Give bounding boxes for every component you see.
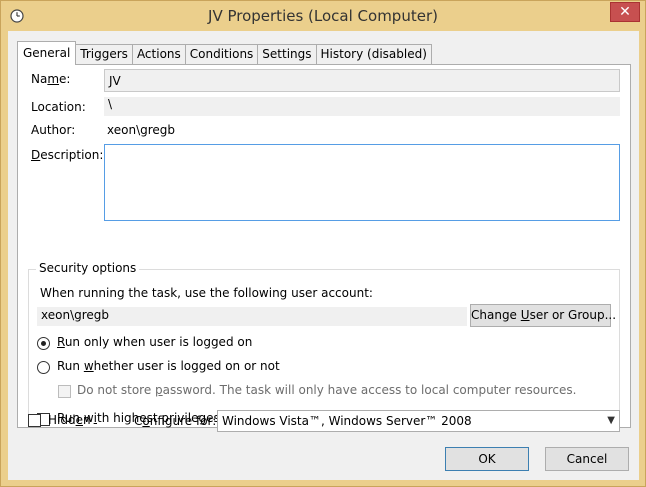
account-prompt: When running the task, use the following… — [40, 286, 373, 300]
description-label: Description: — [31, 148, 104, 162]
window-title: JV Properties (Local Computer) — [208, 7, 438, 25]
no-store-password-label: Do not store password. The task will onl… — [77, 383, 577, 397]
change-user-button[interactable]: Change User or Group... — [470, 304, 616, 327]
configure-for-value: Windows Vista™, Windows Server™ 2008 — [222, 414, 472, 428]
properties-window: JV Properties (Local Computer) ✕ General… — [0, 0, 646, 487]
chevron-down-icon: ▼ — [607, 415, 615, 426]
tab-settings[interactable]: Settings — [257, 44, 317, 65]
hidden-label[interactable]: Hidden — [48, 413, 91, 427]
tab-history[interactable]: History (disabled) — [315, 44, 432, 65]
author-value: xeon\gregb — [107, 123, 176, 137]
author-label: Author: — [31, 123, 76, 137]
tab-actions[interactable]: Actions — [131, 44, 186, 65]
run-whether-radio[interactable] — [37, 361, 50, 374]
ok-button[interactable]: OK — [445, 447, 529, 471]
location-label: Location: — [31, 100, 86, 114]
cancel-button[interactable]: Cancel — [545, 447, 629, 471]
security-options-group: Security options When running the task, … — [28, 261, 620, 427]
tab-conditions[interactable]: Conditions — [184, 44, 259, 65]
tab-general[interactable]: General — [17, 41, 77, 65]
security-options-title: Security options — [36, 261, 140, 275]
close-icon: ✕ — [619, 4, 631, 20]
tab-strip: General Triggers Actions Conditions Sett… — [17, 41, 432, 65]
location-value: \ — [104, 97, 620, 116]
hidden-checkbox[interactable] — [28, 414, 41, 427]
radio-selected-dot — [41, 341, 46, 346]
name-field[interactable]: JV — [104, 69, 620, 92]
configure-for-label: Configure for: — [134, 414, 217, 428]
tab-triggers[interactable]: Triggers — [75, 44, 133, 65]
run-whether-label[interactable]: Run whether user is logged on or not — [57, 359, 280, 373]
description-input[interactable] — [104, 144, 620, 221]
close-button[interactable]: ✕ — [610, 2, 640, 22]
account-value: xeon\gregb — [37, 307, 467, 326]
dialog-client: General Triggers Actions Conditions Sett… — [8, 31, 639, 480]
run-logged-on-label[interactable]: Run only when user is logged on — [57, 335, 252, 349]
configure-for-select[interactable]: Windows Vista™, Windows Server™ 2008 ▼ — [217, 410, 620, 432]
run-logged-on-radio[interactable] — [37, 337, 50, 350]
general-panel: Name: JV Location: \ Author: xeon\gregb … — [17, 64, 631, 428]
name-label: Name: — [31, 72, 71, 86]
title-bar[interactable]: JV Properties (Local Computer) ✕ — [1, 1, 645, 31]
no-store-password-checkbox[interactable] — [58, 385, 71, 398]
